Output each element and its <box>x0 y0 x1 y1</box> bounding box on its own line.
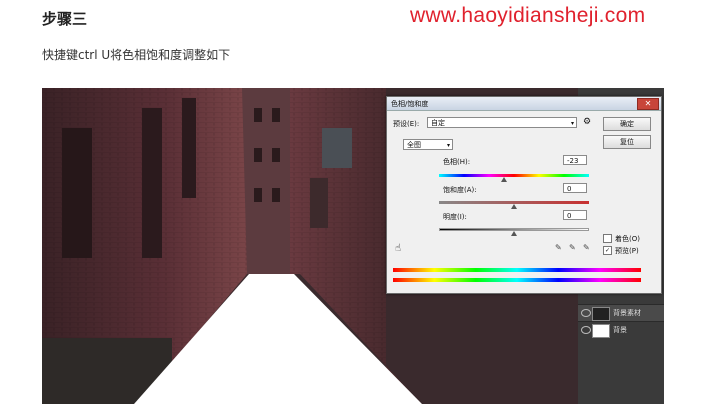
colorize-checkbox[interactable] <box>603 234 612 243</box>
dialog-title: 色相/饱和度 <box>391 100 429 108</box>
hue-saturation-dialog: 色相/饱和度 ✕ 预设(E): 自定 ▾ ⚙ 确定 复位 全图 ▾ 色相(H):… <box>386 96 662 294</box>
saturation-slider-thumb[interactable] <box>511 204 517 209</box>
chevron-down-icon: ▾ <box>446 142 450 149</box>
gear-icon[interactable]: ⚙ <box>583 117 591 127</box>
hue-input[interactable]: -23 <box>563 155 587 165</box>
instruction-text: 快捷键ctrl U将色相饱和度调整如下 <box>42 48 231 62</box>
preview-label: 预览(P) <box>615 247 639 255</box>
hue-slider[interactable] <box>439 174 589 177</box>
preset-label: 预设(E): <box>393 120 420 128</box>
layer-thumbnail <box>592 307 610 321</box>
hand-icon[interactable]: ☝ <box>395 243 401 254</box>
reset-button[interactable]: 复位 <box>603 135 651 149</box>
preset-value: 自定 <box>431 119 445 127</box>
output-spectrum-bar <box>393 278 641 282</box>
preview-checkbox[interactable]: ✓ <box>603 246 612 255</box>
channel-select[interactable]: 全图 ▾ <box>403 139 453 150</box>
saturation-input[interactable]: 0 <box>563 183 587 193</box>
saturation-label: 饱和度(A): <box>443 186 477 194</box>
channel-value: 全图 <box>407 141 421 149</box>
colorize-label: 着色(O) <box>615 235 640 243</box>
layer-row[interactable]: 背景 <box>578 321 664 338</box>
dialog-titlebar[interactable]: 色相/饱和度 ✕ <box>387 97 661 111</box>
eye-icon[interactable] <box>581 309 591 317</box>
hue-slider-thumb[interactable] <box>501 177 508 182</box>
ok-button[interactable]: 确定 <box>603 117 651 131</box>
eye-icon[interactable] <box>581 326 591 334</box>
layer-name: 背景素材 <box>613 309 641 317</box>
eyedropper-minus-icon[interactable]: ✎ <box>583 243 590 252</box>
lightness-slider-thumb[interactable] <box>511 231 517 236</box>
lightness-label: 明度(I): <box>443 213 467 221</box>
close-button[interactable]: ✕ <box>637 98 659 110</box>
layer-name: 背景 <box>613 326 627 334</box>
eyedropper-icon[interactable]: ✎ <box>555 243 562 252</box>
input-spectrum-bar <box>393 268 641 272</box>
step-heading: 步骤三 <box>42 10 88 28</box>
layer-thumbnail <box>592 324 610 338</box>
preset-select[interactable]: 自定 ▾ <box>427 117 577 128</box>
eyedropper-plus-icon[interactable]: ✎ <box>569 243 576 252</box>
site-url-link[interactable]: www.haoyidiansheji.com <box>410 4 645 28</box>
lightness-input[interactable]: 0 <box>563 210 587 220</box>
chevron-down-icon: ▾ <box>570 120 574 127</box>
photoshop-screenshot: 背景素材 背景 色相/饱和度 ✕ 预设(E): 自定 ▾ ⚙ 确定 复位 全图 … <box>42 88 664 404</box>
layer-row[interactable]: 背景素材 <box>578 304 664 321</box>
hue-label: 色相(H): <box>443 158 471 166</box>
